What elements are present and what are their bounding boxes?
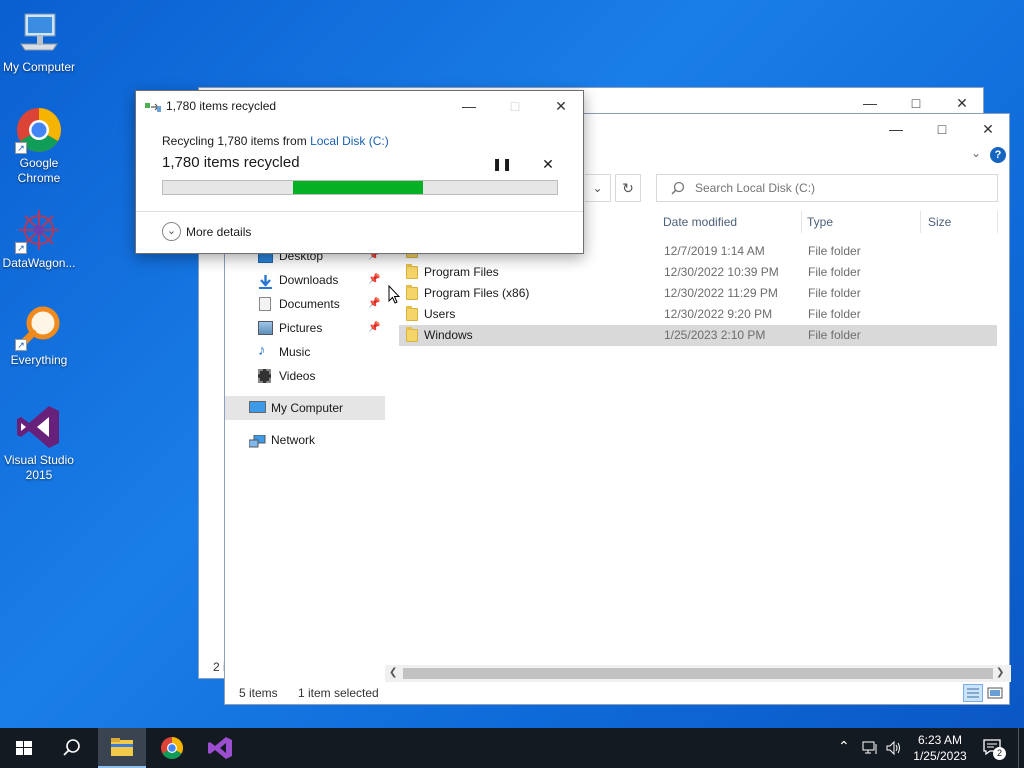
close-button[interactable]: ✕ xyxy=(538,91,584,121)
status-selected-count: 1 item selected xyxy=(298,686,379,700)
notification-center-button[interactable]: 2 xyxy=(982,738,1006,760)
file-row[interactable]: Users 12/30/2022 9:20 PM File folder xyxy=(399,304,997,325)
desktop-icon-label: My Computer xyxy=(2,60,76,74)
document-icon xyxy=(259,297,271,311)
ribbon-expand-icon[interactable]: ⌄ xyxy=(971,146,981,160)
search-input[interactable] xyxy=(695,179,985,197)
music-note-icon: ♪ xyxy=(258,342,266,359)
notification-count-badge: 2 xyxy=(993,747,1006,760)
search-box[interactable] xyxy=(656,174,998,202)
minimize-button[interactable]: — xyxy=(446,91,492,121)
desktop-icon-visual-studio[interactable]: Visual Studio 2015 xyxy=(0,403,78,483)
close-button[interactable]: ✕ xyxy=(965,114,1011,144)
cancel-button[interactable]: ✕ xyxy=(538,155,558,173)
refresh-button[interactable]: ↻ xyxy=(615,174,641,202)
file-row[interactable]: Program Files 12/30/2022 10:39 PM File f… xyxy=(399,262,997,283)
file-row[interactable]: Program Files (x86) 12/30/2022 11:29 PM … xyxy=(399,283,997,304)
desktop-icon-label: Google Chrome xyxy=(17,156,61,185)
help-icon[interactable]: ? xyxy=(990,147,1006,163)
address-dropdown-button[interactable]: ⌄ xyxy=(585,174,611,202)
clock[interactable]: 6:23 AM 1/25/2023 xyxy=(908,732,972,764)
desktop-icon-my-computer[interactable]: My Computer xyxy=(0,10,78,75)
column-header-type[interactable]: Type xyxy=(807,209,833,235)
film-icon xyxy=(258,369,271,383)
details-view-button[interactable] xyxy=(963,684,983,702)
progress-heading: 1,780 items recycled xyxy=(162,154,300,171)
nav-item-documents[interactable]: Documents 📌 xyxy=(225,292,385,316)
shortcut-arrow-icon: ↗ xyxy=(15,339,27,351)
pin-icon[interactable]: 📌 xyxy=(368,316,380,340)
progress-bar-fill xyxy=(293,181,423,194)
folder-icon xyxy=(406,327,418,342)
recycling-description: Recycling 1,780 items from Local Disk (C… xyxy=(162,134,389,148)
column-header-size[interactable]: Size xyxy=(928,209,951,235)
scrollbar-thumb[interactable] xyxy=(403,668,993,679)
navigation-pane: Desktop 📌 Downloads 📌 Documents 📌 Pictur… xyxy=(225,244,385,452)
pin-icon[interactable]: 📌 xyxy=(368,268,380,292)
dialog-divider xyxy=(136,211,583,212)
more-details-label: More details xyxy=(186,225,252,239)
dialog-title: 1,780 items recycled xyxy=(166,99,277,113)
magnifier-icon: ↗ xyxy=(15,303,63,351)
show-desktop-button[interactable] xyxy=(1018,728,1024,768)
scroll-left-icon[interactable]: ❮ xyxy=(389,667,397,678)
desktop-icon-datawagon[interactable]: ↗ DataWagon... xyxy=(0,206,78,271)
search-taskbar-button[interactable] xyxy=(48,728,96,768)
mouse-cursor-icon xyxy=(388,284,401,308)
search-icon xyxy=(671,181,685,198)
shortcut-arrow-icon: ↗ xyxy=(15,242,27,254)
recycle-progress-dialog: 1,780 items recycled — □ ✕ Recycling 1,7… xyxy=(135,90,584,254)
maximize-button[interactable]: □ xyxy=(919,114,965,144)
column-header-date[interactable]: Date modified xyxy=(663,209,737,235)
minimize-button[interactable]: — xyxy=(873,114,919,144)
large-icons-view-button[interactable] xyxy=(986,685,1004,701)
nav-item-network[interactable]: Network xyxy=(225,428,385,452)
start-button[interactable] xyxy=(0,728,48,768)
visual-studio-taskbar-button[interactable] xyxy=(196,728,244,768)
visual-studio-icon xyxy=(15,403,63,451)
file-explorer-taskbar-button[interactable] xyxy=(98,728,146,768)
desktop-icon-label: Everything xyxy=(10,353,68,367)
nav-item-my-computer[interactable]: My Computer xyxy=(225,396,385,420)
show-hidden-icons-button[interactable]: ⌃ xyxy=(838,738,850,755)
network-icon xyxy=(248,433,266,448)
nav-item-pictures[interactable]: Pictures 📌 xyxy=(225,316,385,340)
download-arrow-icon xyxy=(258,273,273,289)
nav-item-downloads[interactable]: Downloads 📌 xyxy=(225,268,385,292)
nav-item-music[interactable]: ♪ Music xyxy=(225,340,385,364)
source-link[interactable]: Local Disk (C:) xyxy=(310,134,389,148)
progress-bar xyxy=(162,180,558,195)
scroll-right-icon[interactable]: ❯ xyxy=(996,667,1004,678)
datawagon-icon: ↗ xyxy=(15,206,63,254)
chrome-icon: ↗ xyxy=(15,106,63,154)
taskbar: ⌃ 6:23 AM 1/25/2023 2 xyxy=(0,728,1024,768)
chevron-down-icon: ⌄ xyxy=(162,222,181,241)
desktop-icon-label: DataWagon... xyxy=(2,256,76,270)
status-item-count: 5 items xyxy=(239,686,278,700)
pictures-icon xyxy=(258,321,273,335)
description-text: Recycling 1,780 items from xyxy=(162,134,311,148)
chrome-taskbar-button[interactable] xyxy=(148,728,196,768)
pin-icon[interactable]: 📌 xyxy=(368,292,380,316)
desktop-icon-everything[interactable]: ↗ Everything xyxy=(0,303,78,368)
folder-icon xyxy=(406,306,418,321)
folder-icon xyxy=(406,264,418,279)
file-row-selected[interactable]: Windows 1/25/2023 2:10 PM File folder xyxy=(399,325,997,346)
shortcut-arrow-icon: ↗ xyxy=(15,142,27,154)
computer-icon xyxy=(249,401,266,413)
recycle-dialog-icon xyxy=(145,101,161,116)
volume-tray-icon[interactable] xyxy=(886,740,902,759)
horizontal-scrollbar[interactable]: ❮ ❯ xyxy=(385,665,1011,682)
pause-button[interactable]: ❚❚ xyxy=(492,155,512,173)
clock-time: 6:23 AM xyxy=(917,733,963,747)
clock-date: 1/25/2023 xyxy=(913,749,967,763)
desktop-icon-google-chrome[interactable]: ↗ Google Chrome xyxy=(0,106,78,186)
nav-item-videos[interactable]: Videos xyxy=(225,364,385,388)
network-tray-icon[interactable] xyxy=(862,740,880,759)
maximize-button[interactable]: □ xyxy=(492,91,538,121)
computer-icon xyxy=(15,10,63,58)
desktop-icon-label: Visual Studio 2015 xyxy=(4,453,74,482)
folder-icon xyxy=(406,285,418,300)
